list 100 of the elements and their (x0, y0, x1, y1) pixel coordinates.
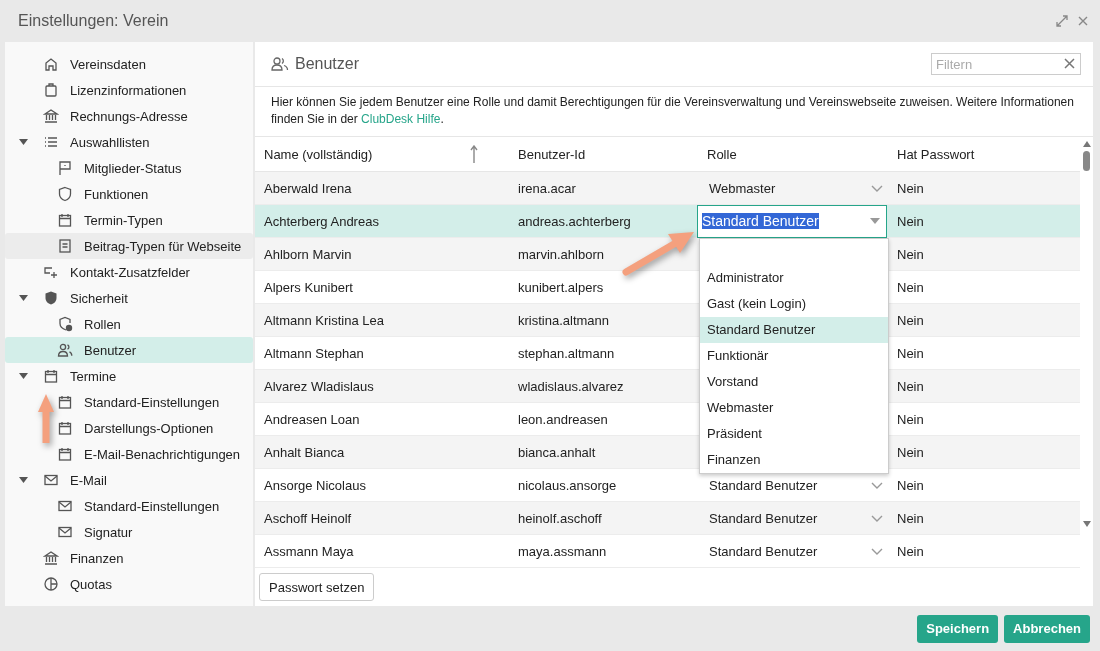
table-row[interactable]: Assmann Maya maya.assmann Standard Benutzer Nein (255, 535, 1080, 568)
column-header[interactable]: Name (vollständig) (264, 146, 373, 162)
sidebar-item[interactable]: Signatur (5, 519, 253, 545)
dropdown-option[interactable]: Funktionär (700, 343, 888, 369)
sidebar-item[interactable]: Darstellungs-Optionen (5, 415, 253, 441)
sidebar-item[interactable]: Finanzen (5, 545, 253, 571)
table-cell-text: Alpers Kunibert (263, 279, 354, 295)
close-icon[interactable] (1078, 16, 1088, 26)
table-cell-text: nicolaus.ansorge (517, 477, 618, 493)
caret-icon[interactable] (19, 139, 28, 145)
sidebar-item[interactable]: Vereinsdaten (5, 51, 253, 77)
table-cell-text: Nein (896, 246, 925, 262)
table-cell-text: Alvarez Wladislaus (263, 378, 375, 394)
dropdown-option[interactable]: Standard Benutzer (700, 317, 888, 343)
table-cell[interactable]: Standard Benutzer (707, 477, 871, 493)
table-cell-text: andreas.achterberg (517, 213, 632, 229)
table-cell-text: irena.acar (517, 180, 577, 196)
scroll-up-icon[interactable] (1082, 141, 1091, 147)
sidebar-item[interactable]: E-Mail-Benachrichtigungen (5, 441, 253, 467)
document-icon (57, 238, 73, 254)
calendar-icon (57, 212, 73, 228)
sidebar-item[interactable]: Quotas (5, 571, 253, 597)
sidebar-item[interactable]: Termin-Typen (5, 207, 253, 233)
caret-icon[interactable] (19, 295, 28, 301)
table-cell-text: Altmann Kristina Lea (263, 312, 385, 328)
table-cell-text: kristina.altmann (517, 312, 611, 328)
table-cell-text: heinolf.aschoff (517, 510, 603, 526)
table-cell-text: marvin.ahlborn (517, 246, 605, 262)
sidebar-item[interactable]: Standard-Einstellungen (5, 493, 253, 519)
table-cell-text: stephan.altmann (517, 345, 616, 361)
table-cell[interactable]: Standard Benutzer (707, 510, 871, 526)
dropdown-arrow-icon[interactable] (870, 218, 880, 224)
users-icon (271, 57, 289, 71)
mail-icon (57, 498, 73, 514)
expand-icon[interactable] (1056, 15, 1068, 27)
sidebar-item[interactable]: Rechnungs-Adresse (5, 103, 253, 129)
sort-arrow-icon[interactable] (470, 145, 478, 163)
sidebar-item[interactable]: Kontakt-Zusatzfelder (5, 259, 253, 285)
table-row[interactable]: Achterberg Andreas andreas.achterberg Standard Benutzer Nein (255, 205, 1080, 238)
dropdown-option[interactable]: Vorstand (700, 369, 888, 395)
sidebar-item[interactable]: Funktionen (5, 181, 253, 207)
table-cell-text: Nein (896, 180, 925, 196)
column-header[interactable]: Benutzer-Id (509, 146, 699, 162)
table-cell-text: Anhalt Bianca (263, 444, 346, 460)
sidebar-item[interactable]: Lizenzinformationen (5, 77, 253, 103)
sidebar-item[interactable]: E-Mail (5, 467, 253, 493)
sidebar-item[interactable]: Rollen (5, 311, 253, 337)
mail-icon (43, 472, 59, 488)
shield-user-icon (57, 316, 73, 332)
sidebar-item[interactable]: Termine (5, 363, 253, 389)
chevron-down-icon[interactable] (871, 547, 883, 555)
scroll-down-icon[interactable] (1082, 521, 1091, 527)
clipboard-icon (43, 82, 59, 98)
column-header[interactable]: Rolle (699, 146, 889, 162)
pie-chart-icon (43, 576, 59, 592)
chevron-down-icon[interactable] (871, 514, 883, 522)
calendar-icon (43, 368, 59, 384)
bank-icon (43, 108, 59, 124)
home-icon (43, 56, 59, 72)
caret-icon[interactable] (19, 373, 28, 379)
table-cell-text: leon.andreasen (517, 411, 609, 427)
scrollbar-thumb[interactable] (1083, 151, 1090, 171)
table-cell-text: Andreasen Loan (263, 411, 361, 427)
table-cell-text: Assmann Maya (263, 543, 355, 559)
table-cell-text: Aberwald Irena (263, 180, 353, 196)
chevron-down-icon[interactable] (871, 184, 883, 192)
sidebar-item[interactable]: Auswahllisten (5, 129, 253, 155)
table-row[interactable]: Aberwald Irena irena.acar Webmaster Nein (255, 172, 1080, 205)
table-cell-text: Nein (896, 213, 925, 229)
clear-icon[interactable] (1064, 58, 1075, 69)
table-cell-text: Achterberg Andreas (263, 213, 380, 229)
table-cell-text: Nein (896, 312, 925, 328)
filter-field[interactable]: Filtern (931, 53, 1081, 75)
chevron-down-icon[interactable] (871, 481, 883, 489)
add-field-icon (43, 264, 59, 280)
column-header[interactable]: Hat Passwort (889, 146, 1080, 162)
table-cell-text: maya.assmann (517, 543, 608, 559)
table-row[interactable]: Aschoff Heinolf heinolf.aschoff Standard Benutzer Nein (255, 502, 1080, 535)
panel-title: Benutzer (295, 55, 361, 73)
table-cell-text: Altmann Stephan (263, 345, 365, 361)
table-cell-text: Nein (896, 378, 925, 394)
sidebar-item[interactable]: Beitrag-Typen für Webseite (5, 233, 253, 259)
caret-icon[interactable] (19, 477, 28, 483)
sidebar-item[interactable]: Standard-Einstellungen (5, 389, 253, 415)
calendar-icon (57, 420, 73, 436)
annotation-arrow (38, 393, 54, 445)
shield-icon (57, 186, 73, 202)
table-cell[interactable]: Standard Benutzer (707, 543, 871, 559)
users-icon (57, 342, 73, 358)
sidebar-item[interactable]: Mitglieder-Status (5, 155, 253, 181)
sidebar-item[interactable]: Sicherheit (5, 285, 253, 311)
sidebar-item[interactable]: Benutzer (5, 337, 253, 363)
table-cell-text: Nein (896, 477, 925, 493)
role-combo-box[interactable]: Standard Benutzer (697, 204, 887, 238)
table-cell-text: kunibert.alpers (517, 279, 605, 295)
table-cell-text: Aschoff Heinolf (263, 510, 353, 526)
table-cell-text: wladislaus.alvarez (517, 378, 625, 394)
calendar-icon (57, 446, 73, 462)
table-cell[interactable]: Webmaster (707, 180, 871, 196)
set-password-button[interactable]: Passwort setzen (259, 573, 375, 601)
